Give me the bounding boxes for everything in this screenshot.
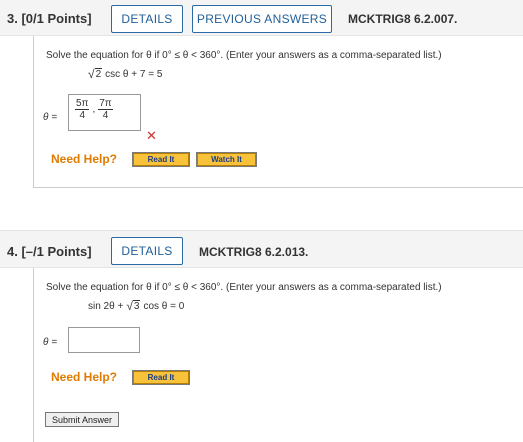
question-3-instruction: Solve the equation for θ if 0° ≤ θ < 360…: [46, 50, 442, 61]
question-4-header: 4. [–/1 Points] DETAILS MCKTRIG8 6.2.013…: [0, 230, 523, 268]
theta-label: θ =: [43, 337, 58, 348]
question-3-header: 3. [0/1 Points] DETAILS PREVIOUS ANSWERS…: [0, 0, 523, 36]
read-it-button[interactable]: Read It: [132, 152, 190, 167]
previous-answers-button[interactable]: PREVIOUS ANSWERS: [192, 5, 332, 33]
watch-it-button[interactable]: Watch It: [196, 152, 257, 167]
question-4-code: MCKTRIG8 6.2.013.: [199, 245, 309, 259]
question-3-code: MCKTRIG8 6.2.007.: [348, 12, 458, 26]
details-button-q3[interactable]: DETAILS: [111, 5, 183, 33]
submit-answer-button[interactable]: Submit Answer: [45, 412, 119, 427]
need-help-label: Need Help?: [51, 152, 118, 166]
answer-separator: ,: [92, 104, 96, 115]
need-help-label: Need Help?: [51, 370, 118, 384]
question-4-points-label: 4. [–/1 Points]: [7, 244, 92, 259]
fraction-1: 5π 4: [75, 98, 90, 121]
answer-field-q3[interactable]: 5π 4 , 7π 4: [68, 94, 141, 131]
equation-text: csc θ + 7 = 5: [105, 69, 163, 80]
equation-text: cos θ = 0: [143, 301, 185, 312]
details-button-q4[interactable]: DETAILS: [111, 237, 183, 265]
question-3-body: Solve the equation for θ if 0° ≤ θ < 360…: [33, 36, 523, 188]
question-4-equation: sin 2θ + √ 3 cos θ = 0: [88, 300, 184, 312]
sqrt-symbol: √ 2: [88, 67, 103, 81]
answer-field-q4[interactable]: [68, 327, 140, 353]
question-4-instruction: Solve the equation for θ if 0° ≤ θ < 360…: [46, 282, 442, 293]
theta-label: θ =: [43, 112, 58, 123]
equation-prefix: sin 2θ +: [88, 301, 124, 312]
sqrt-symbol: √ 3: [126, 299, 141, 313]
question-3-equation: √ 2 csc θ + 7 = 5: [88, 68, 162, 80]
question-4-body: Solve the equation for θ if 0° ≤ θ < 360…: [33, 268, 523, 442]
answer-value: 5π 4 , 7π 4: [75, 98, 113, 121]
incorrect-x-icon: ✕: [146, 128, 157, 143]
question-3-points-label: 3. [0/1 Points]: [7, 11, 92, 26]
fraction-2: 7π 4: [98, 98, 113, 121]
read-it-button[interactable]: Read It: [132, 370, 190, 385]
